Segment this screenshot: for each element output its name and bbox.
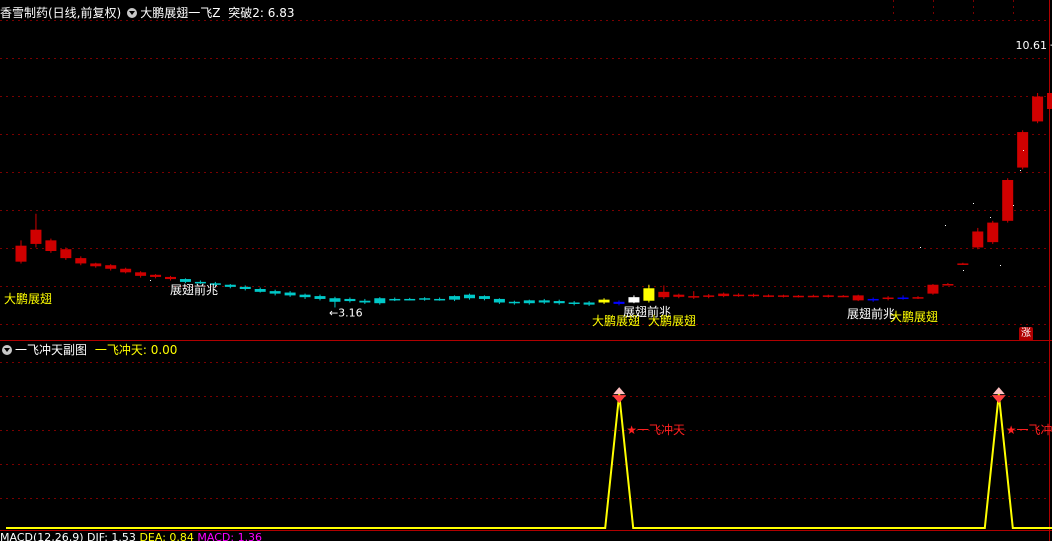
candle-body <box>912 297 924 299</box>
signal-star-label: ★一飞冲天 <box>626 422 685 437</box>
signal-label: 展翅前兆 <box>170 282 218 297</box>
signal-line <box>6 394 1052 529</box>
candle-body <box>434 298 446 301</box>
candle-body <box>254 289 266 292</box>
candle-body <box>1017 132 1029 168</box>
dot-marker <box>1023 150 1024 151</box>
candle-body <box>493 298 505 303</box>
candle-body <box>269 291 281 294</box>
candle-body <box>613 301 625 304</box>
signal-label: 大鹏展翅 <box>4 291 52 306</box>
candle-body <box>688 296 700 298</box>
candle-body <box>45 240 57 252</box>
candle-body <box>344 298 356 302</box>
dot-marker <box>1020 170 1021 171</box>
candle-body <box>165 276 176 280</box>
candle-body <box>673 294 685 297</box>
candle-body <box>643 288 655 301</box>
candle-body <box>449 296 461 300</box>
dot-marker <box>973 203 974 204</box>
candle-body <box>897 297 909 300</box>
candle-body <box>60 249 72 259</box>
candle-body <box>478 296 490 299</box>
peak-marker-icon <box>612 395 627 404</box>
candle-body <box>538 300 550 303</box>
candle-body <box>105 265 117 269</box>
candle-body <box>135 272 147 276</box>
candle-body <box>299 294 311 298</box>
peak-marker-icon <box>991 395 1006 404</box>
candle-body <box>718 293 730 297</box>
candle-body <box>359 300 371 303</box>
candle-body <box>763 295 774 297</box>
candle-body <box>1002 180 1014 221</box>
candle-body <box>464 294 475 299</box>
signal-label: 展翅前兆 <box>847 306 895 321</box>
signal-label: 大鹏展翅 <box>648 313 696 328</box>
chart-canvas: 10.61 ─→←3.16大鹏展翅展翅前兆大鹏展翅展翅前兆大鹏展翅展翅前兆大鹏展… <box>0 0 1052 541</box>
candle-body <box>389 298 401 301</box>
candle-body <box>179 279 191 282</box>
candle-body <box>583 302 595 305</box>
candle-body <box>882 297 894 300</box>
candle-body <box>523 300 535 304</box>
candle-body <box>733 294 745 297</box>
dot-marker <box>150 280 151 281</box>
candle-body <box>852 295 864 301</box>
candle-body <box>90 263 102 267</box>
candle-body <box>75 258 87 264</box>
candle-body <box>792 295 804 298</box>
peak-marker-icon <box>613 387 626 395</box>
candle-body <box>404 298 416 301</box>
dot-marker <box>945 225 946 226</box>
candle-body <box>957 263 969 265</box>
low-price-label: ←3.16 <box>329 306 363 319</box>
high-price-label: 10.61 ─→ <box>1016 39 1052 52</box>
signal-star-label: ★一飞冲天 <box>1006 422 1052 437</box>
candle-body <box>508 301 520 304</box>
candle-body <box>822 295 834 297</box>
candle-body <box>777 295 789 297</box>
candle-body <box>224 284 236 287</box>
candle-body <box>1032 96 1044 122</box>
candle-body <box>748 294 760 297</box>
candle-body <box>972 231 984 248</box>
candle-body <box>120 268 132 273</box>
candle-body <box>658 291 670 298</box>
candle-body <box>628 297 640 303</box>
candle-body <box>150 274 162 277</box>
candle-body <box>867 298 879 301</box>
candle-body <box>329 298 341 302</box>
candle-body <box>374 298 386 304</box>
candle-body <box>30 229 42 244</box>
peak-marker-icon <box>992 387 1005 395</box>
dot-marker <box>963 270 964 271</box>
dot-marker <box>1000 265 1001 266</box>
candle-body <box>239 286 251 290</box>
candle-body <box>568 302 580 304</box>
candle-body <box>703 295 715 297</box>
dot-marker <box>920 247 921 248</box>
candle-body <box>553 301 565 304</box>
signal-label: 大鹏展翅 <box>890 309 938 324</box>
candle-body <box>987 222 999 243</box>
candle-body <box>598 299 610 303</box>
candle-body <box>419 298 431 300</box>
candle-body <box>314 296 326 299</box>
candle-body <box>15 245 27 262</box>
candle-body <box>284 292 296 296</box>
dot-marker <box>1013 205 1014 206</box>
candle-body <box>837 295 849 298</box>
candle-body <box>942 284 954 286</box>
candle-body <box>807 295 819 298</box>
candle-body <box>1047 93 1052 109</box>
candle-body <box>927 284 939 294</box>
dot-marker <box>990 217 991 218</box>
